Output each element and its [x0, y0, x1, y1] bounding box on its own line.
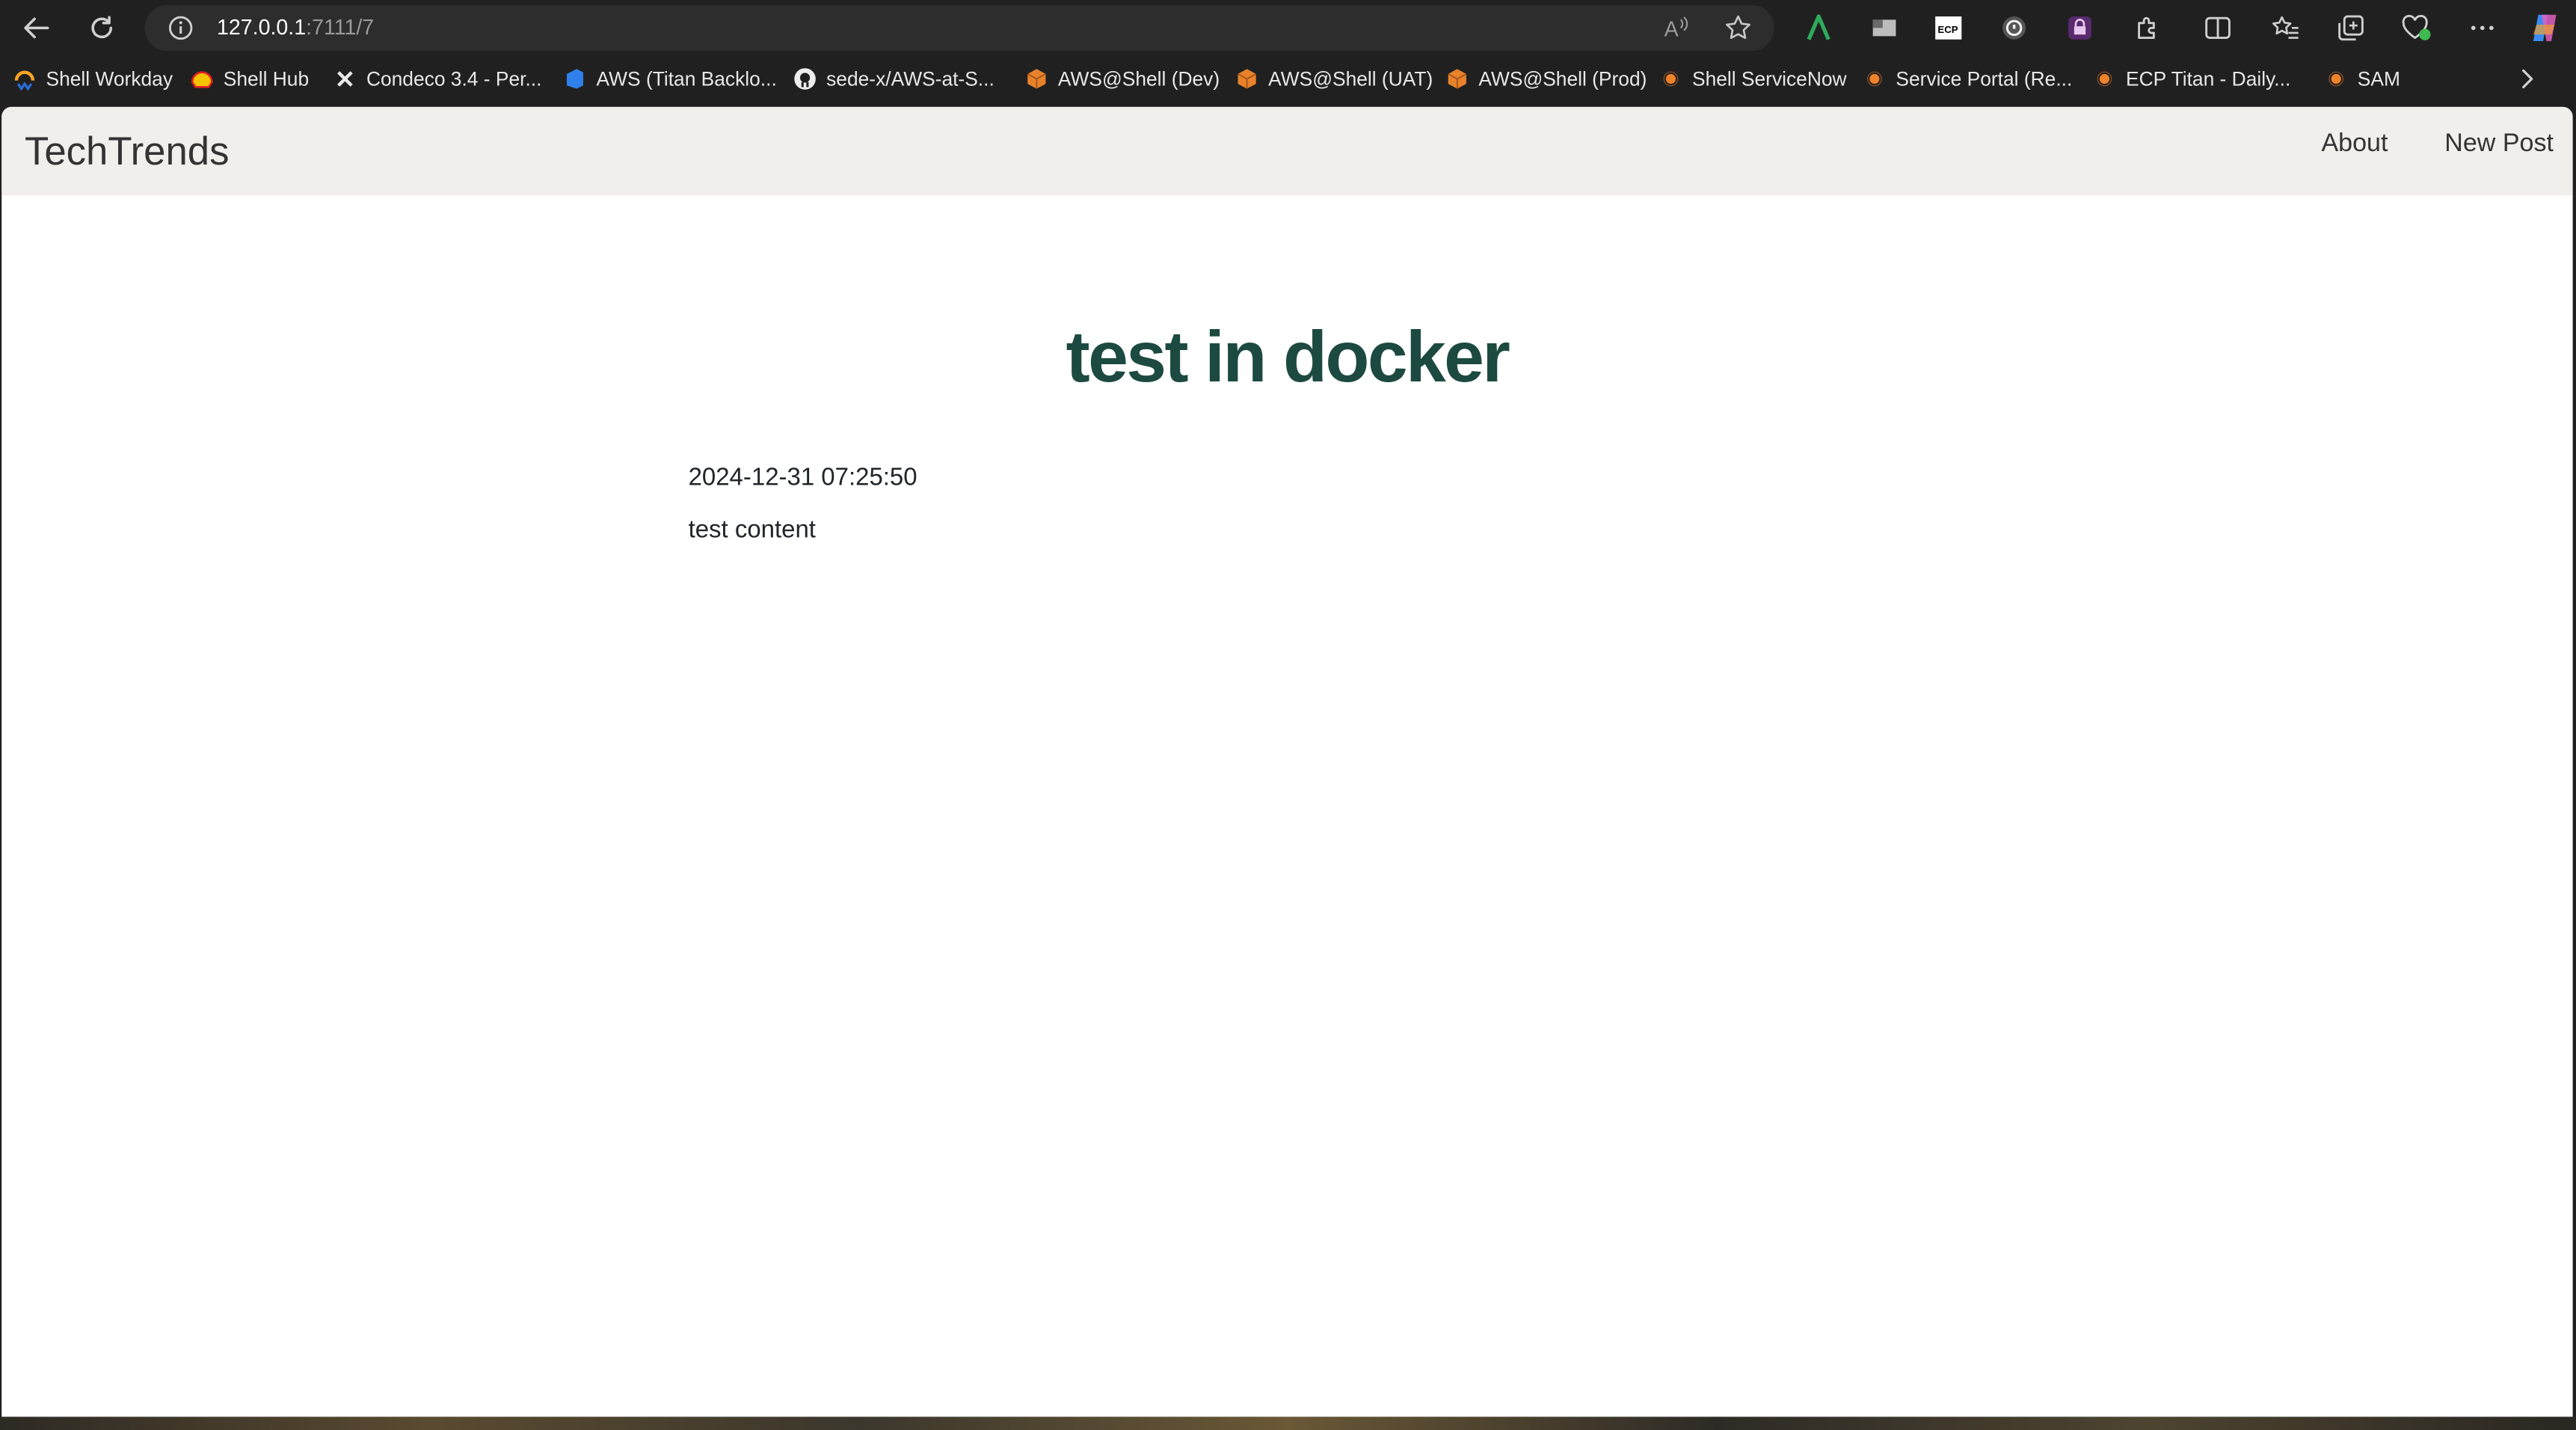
aws-box-icon [1445, 67, 1469, 90]
bookmark-aws-prod[interactable]: AWS@Shell (Prod) [1445, 66, 1647, 92]
bookmark-aws-uat[interactable]: AWS@Shell (UAT) [1235, 66, 1433, 92]
site-navbar: TechTrends About New Post [1, 106, 2573, 196]
url-host: 127.0.0.1 [217, 14, 307, 40]
bookmark-label: AWS (Titan Backlo... [596, 67, 777, 90]
split-screen-icon[interactable] [2200, 10, 2236, 46]
bookmark-service-portal[interactable]: Service Portal (Re... [1863, 66, 2072, 92]
back-arrow-icon[interactable] [16, 8, 56, 48]
star-icon[interactable] [1724, 13, 1753, 43]
read-aloud-icon[interactable]: A [1662, 13, 1692, 43]
page-viewport: TechTrends About New Post test in docker… [1, 106, 2573, 1417]
extensions-icon[interactable] [2129, 10, 2165, 46]
copilot-icon[interactable] [2527, 10, 2563, 46]
privacy-icon[interactable] [2062, 10, 2097, 46]
aws-box-icon [1235, 67, 1258, 90]
bookmark-label: Shell Workday [46, 67, 173, 90]
bookmark-label: Shell ServiceNow [1691, 67, 1847, 90]
bookmark-label: sede-x/AWS-at-S... [826, 67, 995, 90]
bookmark-label: Condeco 3.4 - Per... [366, 67, 542, 90]
post-content: test content [688, 516, 816, 544]
password-icon[interactable] [1996, 10, 2032, 46]
post-date: 2024-12-31 07:25:50 [688, 463, 917, 492]
chevron-right-icon[interactable] [2514, 66, 2540, 92]
bookmark-label: AWS@Shell (Dev) [1057, 67, 1220, 90]
servicenow-icon [1863, 67, 1886, 90]
bookmark-label: SAM [2357, 67, 2400, 90]
shell-icon [191, 67, 214, 90]
github-icon [793, 67, 817, 90]
bookmark-github-sede-x[interactable]: sede-x/AWS-at-S... [793, 66, 995, 92]
address-bar[interactable]: 127.0.0.1:7111/7 A [144, 4, 1774, 52]
servicenow-icon [2093, 67, 2116, 90]
browser-essentials-icon[interactable] [2399, 10, 2435, 46]
info-icon[interactable] [167, 15, 194, 41]
site-brand[interactable]: TechTrends [25, 130, 230, 177]
bookmark-label: AWS@Shell (Prod) [1478, 67, 1647, 90]
bookmark-condeco[interactable]: Condeco 3.4 - Per... [333, 66, 541, 92]
bookmark-label: AWS@Shell (UAT) [1268, 67, 1433, 90]
desktop-wallpaper-strip [0, 1417, 2576, 1430]
favorites-icon[interactable] [2267, 10, 2303, 46]
flag-icon[interactable] [1866, 10, 1902, 46]
bookmark-label: Shell Hub [223, 67, 310, 90]
azure-devops-icon [564, 67, 587, 90]
url-text[interactable]: 127.0.0.1:7111/7 [217, 15, 374, 40]
nav-about-link[interactable]: About [2321, 130, 2388, 160]
bookmark-label: ECP Titan - Daily... [2126, 67, 2291, 90]
ecp-icon[interactable]: ECP [1931, 10, 1967, 46]
condeco-icon [333, 67, 357, 90]
bookmark-shell-workday[interactable]: Shell Workday [13, 66, 173, 92]
more-icon[interactable] [2465, 10, 2500, 46]
servicenow-icon [2325, 67, 2348, 90]
bookmark-shell-hub[interactable]: Shell Hub [191, 66, 309, 92]
post-title: test in docker [1066, 317, 1510, 398]
workday-icon [13, 67, 37, 90]
bookmark-ecp-titan[interactable]: ECP Titan - Daily... [2093, 66, 2290, 92]
servicenow-icon [1659, 67, 1682, 90]
collections-icon[interactable] [2333, 10, 2369, 46]
url-path: :7111/7 [306, 14, 375, 40]
browser-toolbar: 127.0.0.1:7111/7 A ECP [0, 0, 2576, 56]
bookmarks-bar: Shell Workday Shell Hub Condeco 3.4 - Pe… [0, 59, 2576, 99]
svg-text:A: A [1664, 17, 1679, 41]
reload-icon[interactable] [82, 8, 122, 48]
bookmark-sam[interactable]: SAM [2325, 66, 2400, 92]
nav-new-post-link[interactable]: New Post [2444, 130, 2554, 160]
bookmark-aws-dev[interactable]: AWS@Shell (Dev) [1025, 66, 1220, 92]
aws-box-icon [1025, 67, 1048, 90]
bookmark-label: Service Portal (Re... [1896, 67, 2073, 90]
grammarly-icon[interactable] [1801, 10, 1836, 46]
svg-text:ECP: ECP [1937, 24, 1958, 35]
bookmark-shell-servicenow[interactable]: Shell ServiceNow [1659, 66, 1847, 92]
bookmark-aws-titan-backlog[interactable]: AWS (Titan Backlo... [564, 66, 777, 92]
